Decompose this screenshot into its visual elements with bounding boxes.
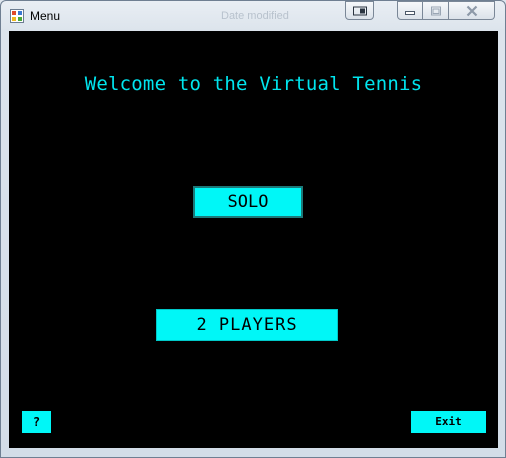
close-button[interactable]: [449, 1, 495, 20]
close-icon: [466, 5, 477, 16]
background-window-title: Date modified: [221, 10, 289, 22]
app-window: Date modified Menu Welcome to the Virtua…: [0, 0, 506, 458]
window-snap-icon: [352, 6, 367, 15]
two-players-button[interactable]: 2 PLAYERS: [156, 309, 338, 341]
snap-button[interactable]: [345, 1, 374, 20]
game-menu-panel: Welcome to the Virtual Tennis SOLO 2 PLA…: [9, 31, 498, 448]
maximize-icon: [430, 6, 441, 15]
welcome-heading: Welcome to the Virtual Tennis: [84, 73, 423, 95]
exit-button[interactable]: Exit: [411, 411, 486, 433]
title-bar[interactable]: Date modified Menu: [1, 1, 505, 31]
minimize-button[interactable]: [397, 1, 423, 20]
solo-button[interactable]: SOLO: [193, 186, 303, 218]
help-button[interactable]: ?: [22, 411, 51, 433]
maximize-button[interactable]: [423, 1, 449, 20]
window-title: Menu: [30, 9, 61, 23]
minimize-icon: [405, 10, 415, 15]
app-icon: [10, 9, 24, 23]
